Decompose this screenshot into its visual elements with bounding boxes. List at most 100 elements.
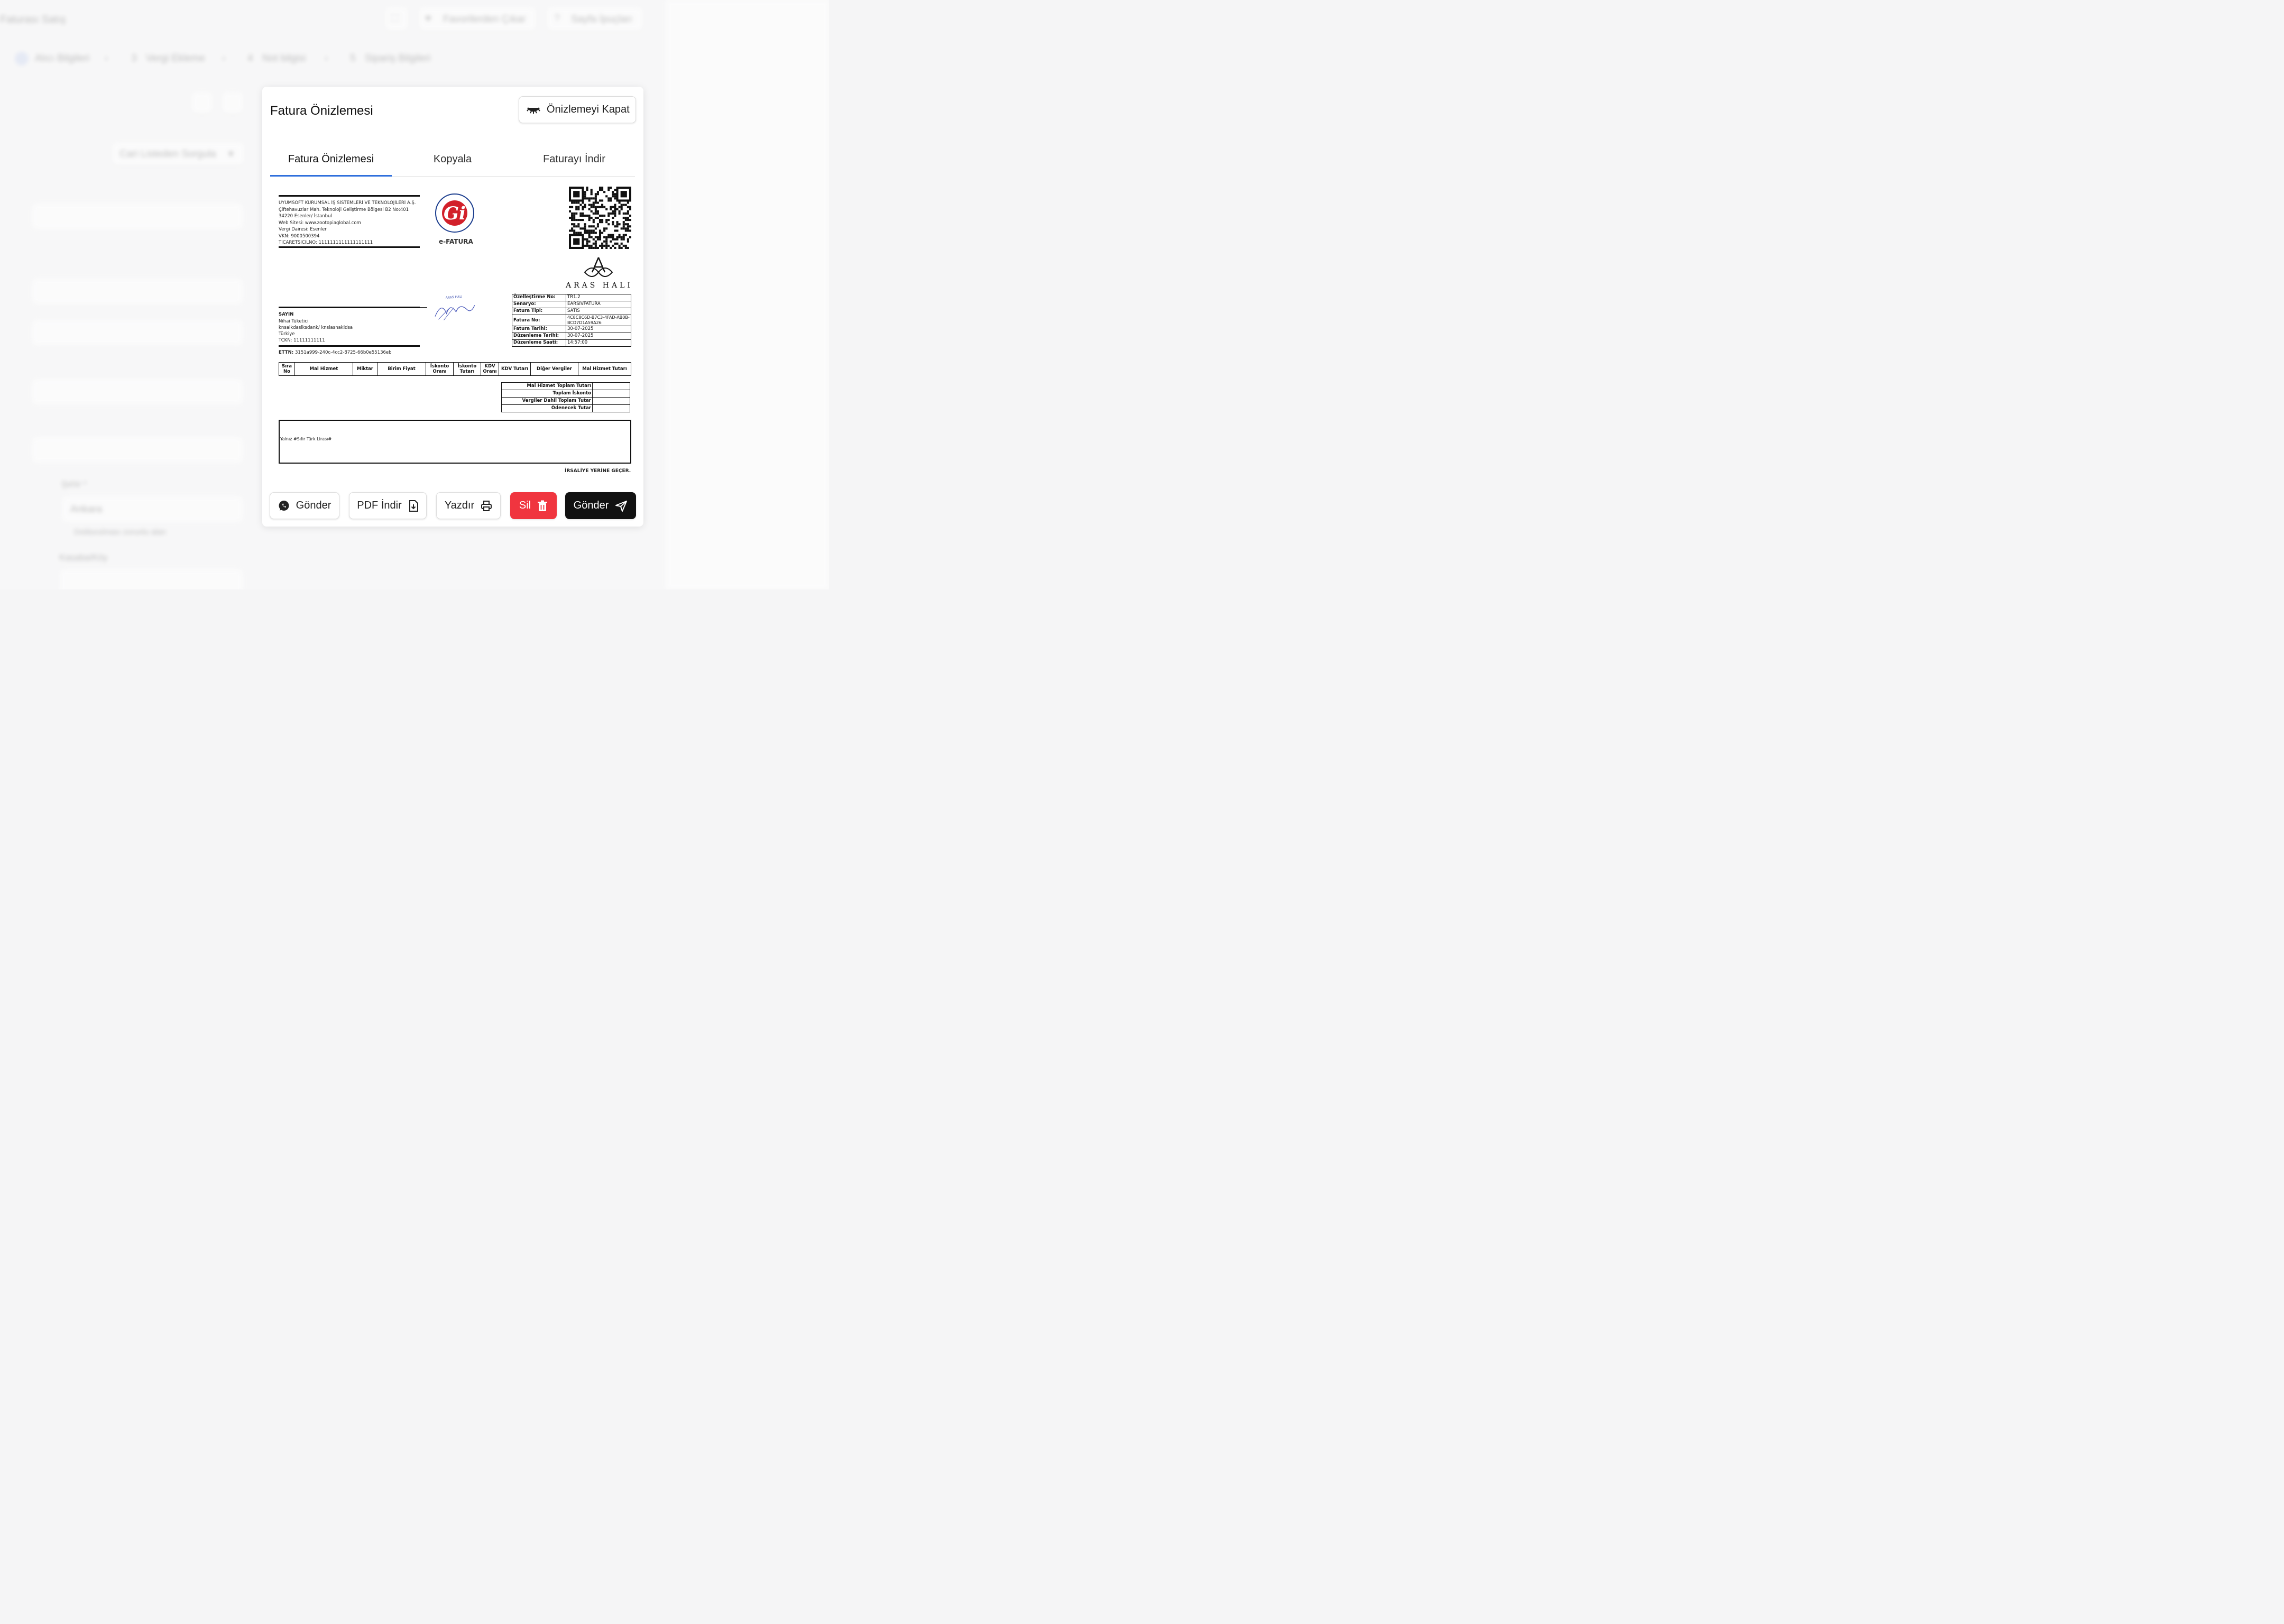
delete-button[interactable]: Sil: [510, 492, 557, 519]
svg-text:Gi: Gi: [444, 203, 466, 224]
file-download-icon: [409, 500, 418, 512]
invoice-document: UYUMSOFT KURUMSAL İŞ SİSTEMLERİ VE TEKNO…: [275, 184, 634, 481]
close-preview-button[interactable]: Önizlemeyi Kapat: [519, 96, 636, 123]
info-row: Fatura No: 4C8C8C6D-B7C3-4FAD-AB0B-BCD7D1…: [512, 315, 631, 326]
column-header: Birim Fiyat: [377, 362, 426, 376]
send-button[interactable]: Gönder: [565, 492, 636, 519]
tab-copy[interactable]: Kopyala: [392, 146, 513, 177]
printer-icon: [481, 500, 492, 511]
seller-line: Çiftehavuzlar Mah. Teknoloji Geliştirme …: [279, 207, 409, 213]
seller-line: 34220 Esenler/ İstanbul: [279, 214, 332, 219]
signature-icon: [435, 305, 475, 320]
items-header-row: Sıra No Mal Hizmet Miktar Birim Fiyat İs…: [279, 362, 631, 376]
seller-line: Vergi Dairesi: Esenler: [279, 227, 327, 232]
buyer-line: SAYIN: [279, 312, 294, 317]
info-row: Özelleştirme No: TR1.2: [512, 294, 631, 301]
column-header: KDV Tutarı: [499, 362, 531, 376]
totals-row: Mal Hizmet Toplam Tutarı: [501, 382, 630, 390]
column-header: Diğer Vergiler: [530, 362, 578, 376]
totals-row: Ödenecek Tutar: [501, 404, 630, 412]
buyer-line: Nihai Tüketici: [279, 318, 309, 324]
whatsapp-icon: [279, 500, 289, 511]
trash-icon: [538, 500, 548, 511]
totals-row: Vergiler Dahil Toplam Tutar: [501, 397, 630, 405]
column-header: KDV Oranı: [481, 362, 499, 376]
efatura-label: e-FATURA: [439, 238, 473, 245]
preview-tabs: Fatura Önizlemesi Kopyala Faturayı İndir: [270, 146, 635, 177]
divider: [420, 307, 427, 308]
qr-code-icon: [569, 187, 631, 249]
amount-in-words: Yalnız #Sıfır Türk Lirası#: [280, 437, 332, 441]
info-key: Fatura Tipi:: [512, 308, 566, 315]
tab-download-invoice[interactable]: Faturayı İndir: [513, 146, 635, 177]
pdf-download-label: PDF İndir: [357, 500, 402, 511]
totals-value: [592, 397, 630, 405]
info-key: Düzenleme Saati:: [512, 339, 566, 347]
whatsapp-send-button[interactable]: Gönder: [270, 492, 339, 519]
info-key: Senaryo:: [512, 301, 566, 308]
buyer-info: SAYIN Nihai Tüketici knsalkdaslksdank/ k…: [279, 311, 353, 344]
info-row: Fatura Tarihi: 30-07-2025: [512, 326, 631, 333]
print-label: Yazdır: [444, 500, 475, 511]
print-button[interactable]: Yazdır: [436, 492, 501, 519]
buyer-line: Türkiye: [279, 331, 295, 337]
invoice-preview-panel: Fatura Önizlemesi Önizlemeyi Kapat Fatur…: [262, 87, 643, 527]
info-value: 30-07-2025: [566, 326, 631, 333]
info-row: Düzenleme Saati: 14:57:00: [512, 339, 631, 347]
seller-line: UYUMSOFT KURUMSAL İŞ SİSTEMLERİ VE TEKNO…: [279, 200, 416, 206]
totals-row: Toplam İskonto: [501, 390, 630, 398]
info-row: Senaryo: EARSIVFATURA: [512, 301, 631, 308]
buyer-line: knsalkdaslksdank/ knslasnakldsa: [279, 325, 353, 330]
delete-label: Sil: [519, 500, 531, 511]
info-value: EARSIVFATURA: [566, 301, 631, 308]
column-header: Mal Hizmet: [294, 362, 353, 376]
divider: [279, 195, 420, 197]
divider: [279, 307, 420, 308]
totals-table: Mal Hizmet Toplam Tutarı Toplam İskonto …: [501, 382, 630, 412]
info-value: 30-07-2025: [566, 333, 631, 340]
column-header: Mal Hizmet Tutarı: [578, 362, 631, 376]
column-header: Miktar: [353, 362, 377, 376]
seller-line: TICARETSICILNO: 1111111111111111111: [279, 240, 373, 245]
brand-name: ARAS HALI: [566, 281, 633, 290]
buyer-line: TCKN: 11111111111: [279, 337, 325, 343]
info-value: SATIS: [566, 308, 631, 315]
divider: [279, 345, 420, 347]
close-preview-label: Önizlemeyi Kapat: [547, 104, 630, 115]
totals-label: Vergiler Dahil Toplam Tutar: [501, 397, 593, 405]
panel-title: Fatura Önizlemesi: [270, 104, 373, 118]
aras-hali-logo-icon: [584, 257, 613, 277]
pdf-download-button[interactable]: PDF İndir: [349, 492, 427, 519]
waybill-note: İRSALİYE YERİNE GEÇER.: [565, 468, 631, 474]
info-row: Düzenleme Tarihi: 30-07-2025: [512, 333, 631, 340]
totals-value: [592, 382, 630, 390]
totals-value: [592, 404, 630, 412]
totals-label: Toplam İskonto: [501, 390, 593, 398]
app-root: Faturası Satış ⛶ ♥ Favorilerden Çıkar ? …: [0, 0, 829, 589]
totals-value: [592, 390, 630, 398]
whatsapp-send-label: Gönder: [296, 500, 331, 511]
info-key: Fatura No:: [512, 315, 566, 326]
seller-line: Web Sitesi: www.zootopiaglobal.com: [279, 220, 361, 226]
eye-closed-icon: [527, 107, 540, 114]
invoice-info-table: Özelleştirme No: TR1.2 Senaryo: EARSIVFATU…: [512, 294, 631, 347]
info-value: TR1.2: [566, 294, 631, 301]
amount-in-words-box: Yalnız #Sıfır Türk Lirası#: [279, 420, 631, 464]
info-row: Fatura Tipi: SATIS: [512, 308, 631, 315]
info-value: 4C8C8C6D-B7C3-4FAD-AB0B-BCD7D1A59A26: [566, 315, 631, 326]
info-value: 14:57:00: [566, 339, 631, 347]
info-key: Fatura Tarihi:: [512, 326, 566, 333]
tab-invoice-preview[interactable]: Fatura Önizlemesi: [270, 146, 392, 177]
gib-logo-icon: Gi: [435, 193, 474, 233]
column-header: İskonto Oranı: [426, 362, 454, 376]
totals-label: Mal Hizmet Toplam Tutarı: [501, 382, 593, 390]
info-key: Özelleştirme No:: [512, 294, 566, 301]
totals-label: Ödenecek Tutar: [501, 404, 593, 412]
items-table: Sıra No Mal Hizmet Miktar Birim Fiyat İs…: [279, 362, 631, 376]
ettn-label: ETTN:: [279, 350, 294, 355]
action-bar: Gönder PDF İndir Yazdır Sil Gönder: [270, 492, 637, 520]
seller-info: UYUMSOFT KURUMSAL İŞ SİSTEMLERİ VE TEKNO…: [279, 200, 416, 246]
ettn-value: 3151a999-240c-4cc2-8725-66b0e55136eb: [295, 350, 392, 355]
send-icon: [615, 500, 628, 512]
company-stamp: ARAS HALI: [431, 294, 477, 322]
